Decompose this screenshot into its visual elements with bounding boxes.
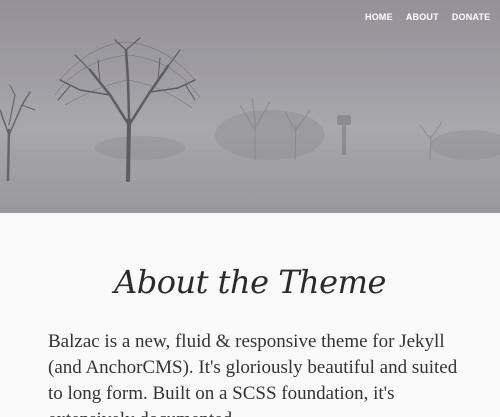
foggy-trees-illustration — [0, 0, 500, 213]
nav-item-donate[interactable]: DONATE — [452, 12, 491, 22]
body-paragraph: Balzac is a new, fluid & responsive them… — [48, 331, 458, 417]
page: HOME ABOUT DONATE G About the Theme Balz… — [0, 0, 500, 417]
main-nav: HOME ABOUT DONATE G — [365, 12, 500, 22]
main-content: About the Theme Balzac is a new, fluid &… — [0, 213, 500, 417]
nav-item-home[interactable]: HOME — [365, 12, 393, 22]
hero-image: HOME ABOUT DONATE G — [0, 0, 500, 213]
nav-item-about[interactable]: ABOUT — [406, 12, 439, 22]
page-title: About the Theme — [114, 263, 386, 301]
